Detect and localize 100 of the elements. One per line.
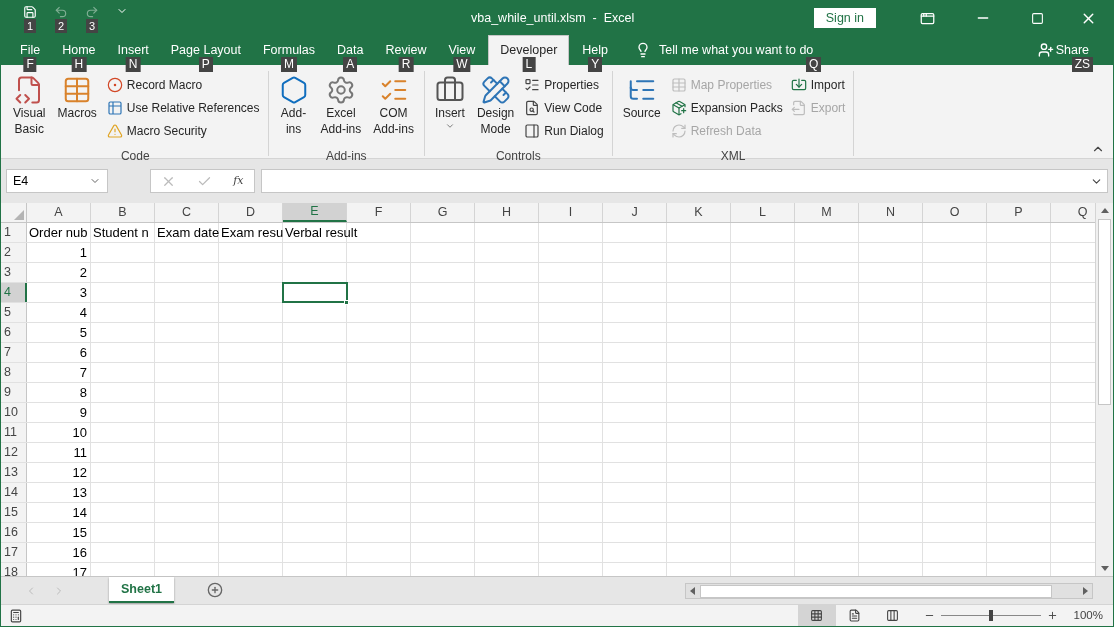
keytip: W (453, 57, 471, 72)
ribbon-button[interactable]: Macros (53, 71, 101, 147)
zoom-level[interactable]: 100% (1073, 606, 1103, 625)
table-cell-text: Exam resu (221, 224, 284, 242)
keytip: F (23, 57, 37, 72)
warning-icon (106, 122, 123, 139)
row-header[interactable]: 9 (1, 383, 27, 402)
keytip: H (71, 57, 87, 72)
keytip: Q (805, 57, 822, 72)
column-header[interactable]: C (155, 203, 219, 222)
ribbon-button[interactable]: Insert (430, 71, 469, 147)
row-header[interactable]: 14 (1, 483, 27, 502)
keytip: 3 (86, 19, 99, 33)
table-cell-text: 8 (79, 384, 87, 402)
window-title: vba_while_until.xlsm - Excel (471, 9, 635, 27)
sheet-tab[interactable]: Sheet1 (109, 577, 174, 603)
table-cell-text: 13 (72, 484, 87, 502)
column-header[interactable]: N (859, 203, 923, 222)
row-header[interactable]: 4 (1, 283, 27, 302)
row-header[interactable]: 1 (1, 223, 27, 242)
maximize-icon[interactable] (1031, 11, 1044, 25)
row-header[interactable]: 12 (1, 443, 27, 462)
column-header[interactable]: L (731, 203, 795, 222)
normal-view-button[interactable] (797, 604, 836, 626)
tell-me-field[interactable]: Tell me what you want to do (659, 40, 814, 60)
ribbon-button[interactable]: Run Dialog (522, 119, 606, 142)
table-cell-text: 10 (72, 424, 87, 442)
table-cell-text: 14 (72, 504, 87, 522)
row-header[interactable]: 13 (1, 463, 27, 482)
ribbon-button[interactable]: View Code (522, 96, 606, 119)
ribbon-button[interactable]: Properties (522, 73, 606, 96)
sign-in-button[interactable]: Sign in (813, 8, 876, 28)
ribbon-button[interactable]: Record Macro (104, 73, 262, 96)
column-header[interactable]: K (667, 203, 731, 222)
table-cell-text: 15 (72, 524, 87, 542)
ribbon-button[interactable]: Use Relative References (104, 96, 262, 119)
column-header[interactable]: A (27, 203, 91, 222)
ribbon-button[interactable]: Import (788, 73, 848, 96)
row-header[interactable]: 15 (1, 503, 27, 522)
table-cell-text: Student n (93, 224, 149, 242)
scroll-thumb[interactable] (1098, 219, 1111, 405)
grid-icon (810, 609, 824, 622)
column-header[interactable]: E (283, 203, 347, 222)
row-header[interactable]: 2 (1, 243, 27, 262)
column-header[interactable]: M (795, 203, 859, 222)
table-cell-text: 11 (73, 444, 87, 462)
column-header[interactable]: I (539, 203, 603, 222)
name-box[interactable]: E4 (6, 169, 108, 193)
table-cell-text: Order nub (29, 224, 88, 242)
ribbon-button[interactable]: Source (618, 71, 665, 147)
share-button[interactable]: Share (1055, 40, 1089, 60)
ribbon-display-icon[interactable] (920, 10, 935, 26)
row-header[interactable]: 17 (1, 543, 27, 562)
keytip: 2 (55, 19, 68, 33)
column-header[interactable]: J (603, 203, 667, 222)
table-cell-text: 16 (72, 544, 87, 562)
save-icon[interactable] (23, 5, 37, 19)
keytip: N (125, 57, 141, 72)
column-header[interactable]: O (923, 203, 987, 222)
group-label: Controls (494, 148, 542, 165)
row-header[interactable]: 11 (1, 423, 27, 442)
column-header[interactable]: H (475, 203, 539, 222)
scroll-thumb[interactable] (700, 584, 1052, 598)
column-header[interactable]: G (411, 203, 475, 222)
row-header[interactable]: 8 (1, 363, 27, 382)
row-header[interactable]: 3 (1, 263, 27, 282)
column-header[interactable]: B (91, 203, 155, 222)
column-header[interactable]: F (347, 203, 411, 222)
row-header[interactable]: 10 (1, 403, 27, 422)
export-icon (790, 99, 807, 116)
formula-input[interactable] (261, 169, 1108, 193)
ribbon-button[interactable]: COM Add-ins (369, 71, 418, 147)
table-icon (670, 76, 687, 93)
zoom-in-icon[interactable] (1046, 610, 1058, 621)
group-label: XML (719, 148, 747, 165)
vertical-scrollbar[interactable] (1095, 203, 1113, 576)
ribbon-button[interactable]: Excel Add-ins (316, 71, 366, 147)
ribbon-button[interactable]: Macro Security (104, 119, 262, 142)
table-cell-text: 2 (79, 264, 87, 282)
import-icon (790, 76, 807, 93)
add-sheet-icon[interactable] (207, 582, 223, 598)
page-icon (848, 609, 862, 622)
horizontal-scrollbar[interactable] (685, 583, 1093, 599)
zoom-slider-thumb[interactable] (988, 610, 993, 621)
row-header[interactable]: 7 (1, 343, 27, 362)
refresh-icon (670, 122, 687, 139)
table-icon (106, 99, 123, 116)
row-header[interactable]: 16 (1, 523, 27, 542)
row-header[interactable]: 5 (1, 303, 27, 322)
fill-handle[interactable] (344, 300, 349, 305)
ribbon-button[interactable]: Expansion Packs (668, 96, 785, 119)
ribbon-button[interactable]: Visual Basic (9, 71, 50, 147)
keytip: ZS (1071, 57, 1093, 72)
column-header[interactable]: P (987, 203, 1051, 222)
ribbon-button[interactable]: Design Mode (472, 71, 519, 147)
row-header[interactable]: 18 (1, 563, 27, 576)
row-header[interactable]: 6 (1, 323, 27, 342)
function-icon[interactable]: fx (233, 172, 244, 190)
record-icon (106, 76, 123, 93)
ribbon-button[interactable]: Add- ins (274, 71, 313, 147)
